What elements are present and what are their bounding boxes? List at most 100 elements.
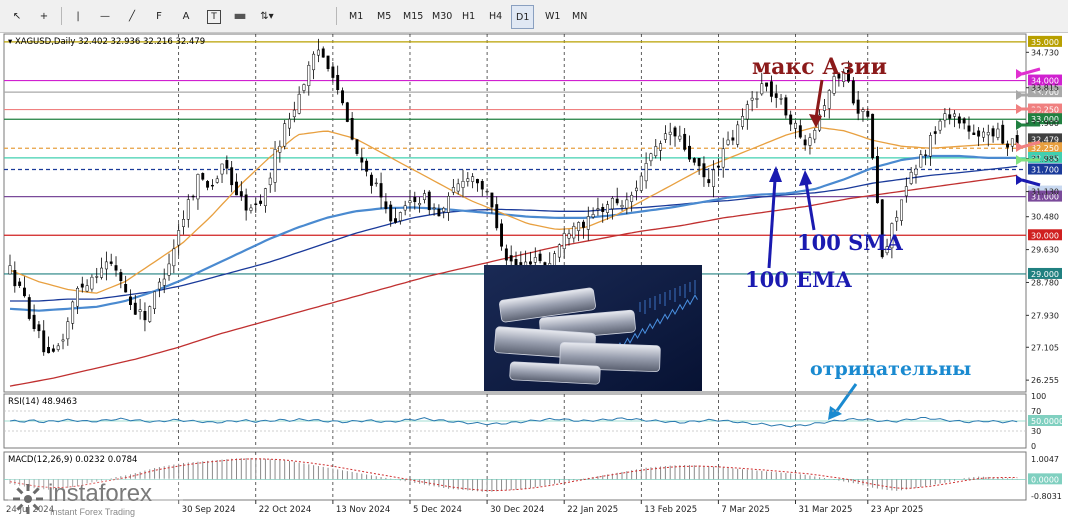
trendline-icon[interactable]: ╱ xyxy=(121,5,143,27)
candle-body xyxy=(538,253,542,262)
candle-body xyxy=(288,118,291,129)
candle-body xyxy=(379,183,383,198)
candle-body xyxy=(659,143,663,151)
toolbar-separator xyxy=(61,7,62,25)
candle-body xyxy=(475,178,479,184)
candle-body xyxy=(437,208,441,217)
candle-body xyxy=(813,130,817,140)
timeframe-m15-button[interactable]: M15 xyxy=(399,5,427,27)
y-tick-label: 31.130 xyxy=(1031,188,1059,197)
side-level-arrowhead xyxy=(1016,142,1024,152)
candle-body xyxy=(447,196,450,213)
candle-body xyxy=(924,154,928,156)
y-tick-label: 27.105 xyxy=(1031,343,1059,352)
candle-body xyxy=(23,287,26,297)
candle-body xyxy=(789,114,793,125)
rectangle-icon[interactable]: ▬ xyxy=(229,5,251,27)
candle-body xyxy=(355,139,359,154)
annotation-negative: отрицательны xyxy=(810,358,971,380)
candle-body xyxy=(760,83,764,95)
horizontal-line-icon[interactable]: — xyxy=(94,5,116,27)
rsi-y-tick-label: 100 xyxy=(1031,392,1046,401)
candle-body xyxy=(673,127,677,137)
candle-body xyxy=(239,191,243,197)
candle-body xyxy=(254,203,258,206)
candle-body xyxy=(919,154,923,168)
candle-body xyxy=(61,339,65,342)
candle-body xyxy=(596,208,600,211)
cursor-arrow-icon[interactable]: ↖ xyxy=(6,5,28,27)
candle-body xyxy=(606,204,610,213)
candle-body xyxy=(697,158,701,167)
candle-body xyxy=(654,146,658,157)
candle-body xyxy=(206,181,210,188)
x-tick-label: 13 Nov 2024 xyxy=(336,505,390,515)
candle-body xyxy=(278,145,282,153)
candle-body xyxy=(504,248,508,261)
candle-body xyxy=(109,261,113,264)
annotation-arrow-asia-high xyxy=(814,79,824,119)
text-label-icon[interactable]: A xyxy=(175,5,197,27)
candle-body xyxy=(741,116,744,127)
candle-body xyxy=(871,113,875,159)
candle-body xyxy=(374,182,378,185)
candle-body xyxy=(32,314,36,330)
timeframe-mn-button[interactable]: MN xyxy=(568,5,591,27)
candle-body xyxy=(712,169,716,187)
candle-body xyxy=(186,199,190,220)
candle-body xyxy=(133,302,137,315)
candle-body xyxy=(861,109,865,112)
vertical-line-icon[interactable]: | xyxy=(67,5,89,27)
candle-body xyxy=(210,184,214,187)
candle-body xyxy=(369,174,373,186)
candle-body xyxy=(529,261,532,265)
level-tag-label: 32.250 xyxy=(1031,144,1059,153)
timeframe-w1-button[interactable]: W1 xyxy=(541,5,564,27)
timeframe-m5-button[interactable]: M5 xyxy=(373,5,395,27)
side-level-arrow xyxy=(1021,67,1041,76)
macd-title: MACD(12,26,9) 0.0232 0.0784 xyxy=(8,455,137,465)
x-tick-label: 23 Apr 2025 xyxy=(871,505,924,515)
timeframe-d1-button[interactable]: D1 xyxy=(511,5,535,29)
candle-body xyxy=(953,113,956,117)
candle-body xyxy=(663,133,667,140)
y-tick-label: 28.780 xyxy=(1031,278,1059,287)
candle-body xyxy=(943,113,947,121)
rsi-y-tick-label: 30 xyxy=(1031,427,1041,436)
timeframe-m1-button[interactable]: M1 xyxy=(345,5,367,27)
x-tick-label: 30 Dec 2024 xyxy=(490,505,544,515)
timeframe-h4-button[interactable]: H4 xyxy=(485,5,506,27)
candle-body xyxy=(1010,138,1014,147)
text-box-icon[interactable]: T xyxy=(207,10,221,24)
candle-body xyxy=(702,163,706,178)
annotation-arrowhead-100-ema xyxy=(769,166,782,182)
x-tick-label: 13 Feb 2025 xyxy=(644,505,697,515)
candle-body xyxy=(774,93,778,98)
crosshair-icon[interactable]: + xyxy=(33,5,55,27)
candle-body xyxy=(350,117,354,140)
candle-body xyxy=(148,306,152,322)
candle-body xyxy=(157,281,161,290)
candle-body xyxy=(47,346,51,354)
candle-body xyxy=(480,181,484,190)
candle-body xyxy=(567,233,571,239)
fibonacci-icon[interactable]: F xyxy=(148,5,170,27)
arrows-menu-icon[interactable]: ⇅▾ xyxy=(256,5,278,27)
candle-body xyxy=(803,139,807,146)
level-tag-label: 30.000 xyxy=(1031,231,1059,240)
candle-body xyxy=(533,257,537,263)
timeframe-m30-button[interactable]: M30 xyxy=(428,5,456,27)
candle-body xyxy=(95,276,99,278)
timeframe-h1-button[interactable]: H1 xyxy=(458,5,479,27)
candle-body xyxy=(37,324,41,332)
toolbar-separator xyxy=(336,7,337,25)
candle-body xyxy=(948,114,952,119)
candle-body xyxy=(721,148,725,168)
candle-body xyxy=(639,175,643,191)
candle-body xyxy=(586,216,590,230)
candle-body xyxy=(389,204,393,222)
candle-body xyxy=(427,191,431,211)
candle-body xyxy=(398,212,402,221)
candle-body xyxy=(394,218,397,223)
candle-body xyxy=(750,97,754,101)
